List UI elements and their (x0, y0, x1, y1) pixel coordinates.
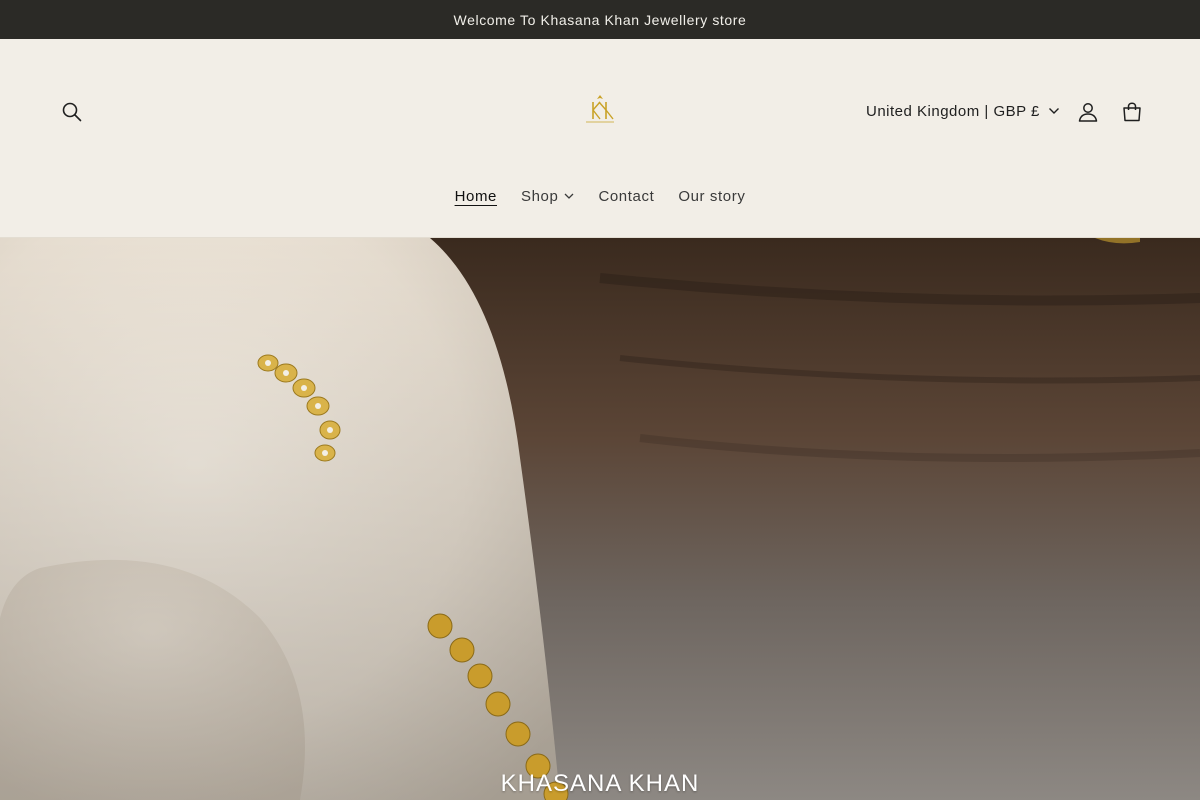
hero-title: KHASANA KHAN (500, 770, 700, 797)
nav-contact[interactable]: Contact (586, 184, 666, 209)
account-icon (1078, 103, 1098, 122)
chevron-down-icon (1048, 108, 1059, 114)
nav-shop[interactable]: Shop (509, 184, 586, 209)
cart-button[interactable] (1112, 92, 1152, 132)
hero-image (0, 238, 1200, 800)
announcement-text: Welcome To Khasana Khan Jewellery store (453, 11, 747, 28)
site-header: United Kingdom | GBP £ Home Shop Contact (0, 39, 1200, 238)
nav-home[interactable]: Home (443, 184, 509, 209)
nav-contact-label: Contact (598, 188, 655, 205)
locale-selector[interactable]: United Kingdom | GBP £ (866, 98, 1060, 124)
nav-shop-label: Shop (521, 188, 559, 205)
search-icon (62, 102, 82, 122)
main-nav: Home Shop Contact Our story (0, 184, 1200, 209)
locale-label: United Kingdom | GBP £ (866, 102, 1040, 120)
announcement-bar: Welcome To Khasana Khan Jewellery store (0, 0, 1200, 39)
hero-banner: KHASANA KHAN (0, 238, 1200, 800)
nav-home-label: Home (454, 188, 497, 205)
account-button[interactable] (1068, 92, 1108, 132)
chevron-down-icon (564, 193, 574, 199)
store-logo[interactable] (578, 91, 622, 127)
nav-our-story[interactable]: Our story (666, 184, 757, 209)
cart-icon (1123, 102, 1141, 122)
nav-our-story-label: Our story (678, 188, 746, 205)
search-button[interactable] (52, 92, 92, 132)
logo-icon (586, 95, 614, 123)
